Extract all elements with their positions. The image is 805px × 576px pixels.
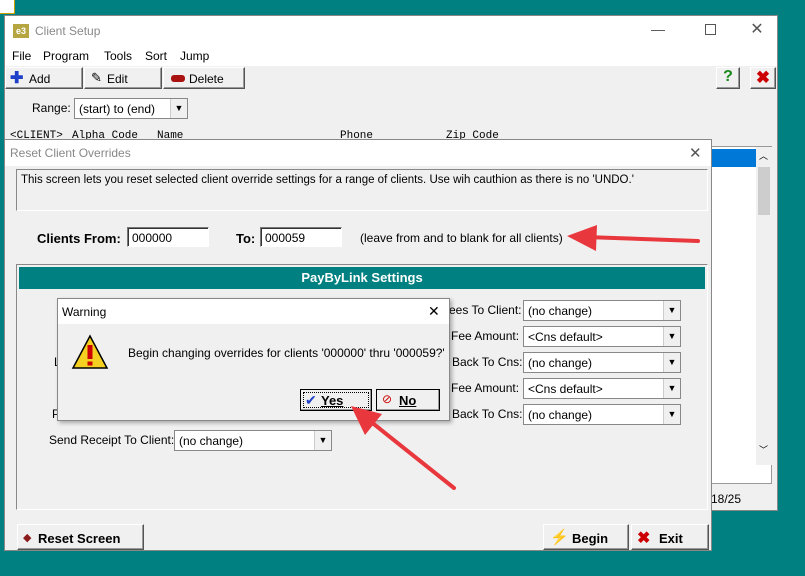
arrow-to-hint xyxy=(567,225,700,251)
arrow-to-yes xyxy=(351,406,456,490)
annotation-arrows xyxy=(351,225,700,490)
